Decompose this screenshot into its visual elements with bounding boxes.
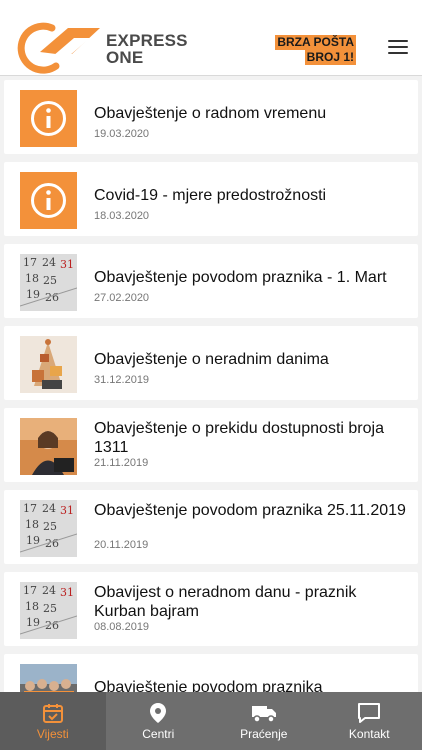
tab-vijesti[interactable]: Vijesti xyxy=(0,692,106,750)
news-item[interactable]: 17 24 31 18 25 19 26 Obavještenje povodom praz… xyxy=(4,244,418,318)
svg-text:24: 24 xyxy=(42,502,56,515)
slogan: BRZA POŠTA BROJ 1! xyxy=(275,35,356,65)
news-title: Covid-19 - mjere predostrožnosti xyxy=(94,187,327,204)
svg-text:19: 19 xyxy=(26,616,40,629)
tab-pracenje[interactable]: Praćenje xyxy=(211,692,317,750)
menu-button[interactable] xyxy=(388,40,408,56)
tab-label: Kontakt xyxy=(348,727,390,741)
svg-text:17: 17 xyxy=(23,256,37,269)
calendar-check-icon xyxy=(42,704,63,723)
call-center-photo xyxy=(20,418,77,475)
info-icon xyxy=(20,90,77,147)
tab-kontakt[interactable]: Kontakt xyxy=(317,692,422,750)
hamburger-icon xyxy=(388,40,408,42)
news-title: Obavještenje o prekidu dostupnosti broja… xyxy=(94,420,384,456)
team-photo xyxy=(20,664,77,692)
news-date: 31.12.2019 xyxy=(94,374,150,386)
news-title: Obavještenje o neradnim danima xyxy=(94,351,329,368)
brand-line-1: EXPRESS xyxy=(106,31,188,50)
news-item[interactable]: 17 24 31 18 25 19 26 Obavijest o neradnom danu… xyxy=(4,572,418,646)
news-date: 20.11.2019 xyxy=(94,539,149,551)
svg-text:19: 19 xyxy=(26,288,40,301)
svg-text:18: 18 xyxy=(25,518,39,531)
news-item[interactable]: Obavještenje o neradnim danima 31.12.201… xyxy=(4,326,418,400)
gifts-photo xyxy=(20,336,77,393)
chat-icon xyxy=(358,703,381,723)
news-item[interactable]: Obavještenje o prekidu dostupnosti broja… xyxy=(4,408,418,482)
news-item[interactable]: 17 24 31 18 25 19 26 Obavještenje povodom praz… xyxy=(4,490,418,564)
calendar-photo: 17 24 31 18 25 19 26 xyxy=(20,582,77,639)
slogan-line-1: BRZA POŠTA xyxy=(275,35,356,50)
svg-text:31: 31 xyxy=(60,586,74,599)
express-one-logo xyxy=(17,22,100,74)
svg-text:31: 31 xyxy=(60,504,74,517)
news-list[interactable]: Obavještenje o radnom vremenu 19.03.2020… xyxy=(0,76,422,692)
tab-label: Vijesti xyxy=(36,727,69,741)
svg-text:31: 31 xyxy=(60,258,74,271)
brand-line-2: ONE xyxy=(106,48,144,67)
svg-text:25: 25 xyxy=(43,274,57,287)
svg-text:17: 17 xyxy=(23,584,37,597)
bottom-tab-bar: Vijesti Centri Praćenje Kontakt xyxy=(0,692,422,750)
info-icon xyxy=(20,172,77,229)
svg-text:24: 24 xyxy=(42,256,56,269)
svg-text:19: 19 xyxy=(26,534,40,547)
news-title: Obavijest o neradnom danu - praznik Kurb… xyxy=(94,584,357,620)
tab-label: Centri xyxy=(142,727,175,741)
truck-icon xyxy=(251,706,276,723)
calendar-photo: 17 24 31 18 25 19 26 xyxy=(20,500,77,557)
svg-text:18: 18 xyxy=(25,272,39,285)
calendar-photo: 17 24 31 18 25 19 26 xyxy=(20,254,77,311)
svg-text:24: 24 xyxy=(42,584,56,597)
svg-text:17: 17 xyxy=(23,502,37,515)
map-pin-icon xyxy=(150,703,167,723)
news-item[interactable]: Obavještenje povodom praznika xyxy=(4,654,418,692)
news-date: 27.02.2020 xyxy=(94,292,150,304)
app-header: EXPRESS ONE BRZA POŠTA BROJ 1! xyxy=(0,0,422,76)
brand-name: EXPRESS ONE xyxy=(106,32,188,66)
svg-text:18: 18 xyxy=(25,600,39,613)
slogan-line-2: BROJ 1! xyxy=(304,50,356,65)
tab-centri[interactable]: Centri xyxy=(106,692,212,750)
tab-label: Praćenje xyxy=(240,727,288,741)
news-item[interactable]: Covid-19 - mjere predostrožnosti 18.03.2… xyxy=(4,162,418,236)
news-item[interactable]: Obavještenje o radnom vremenu 19.03.2020 xyxy=(4,80,418,154)
news-title: Obavještenje povodom praznika - 1. Mart xyxy=(94,269,387,286)
news-date: 08.08.2019 xyxy=(94,621,150,633)
news-title: Obavještenje povodom praznika xyxy=(94,679,323,692)
news-date: 19.03.2020 xyxy=(94,128,150,140)
svg-text:25: 25 xyxy=(43,520,57,533)
svg-text:25: 25 xyxy=(43,602,57,615)
news-date: 18.03.2020 xyxy=(94,210,150,222)
news-title: Obavještenje povodom praznika 25.11.2019 xyxy=(94,502,406,519)
news-title: Obavještenje o radnom vremenu xyxy=(94,105,327,122)
news-date: 21.11.2019 xyxy=(94,457,149,469)
